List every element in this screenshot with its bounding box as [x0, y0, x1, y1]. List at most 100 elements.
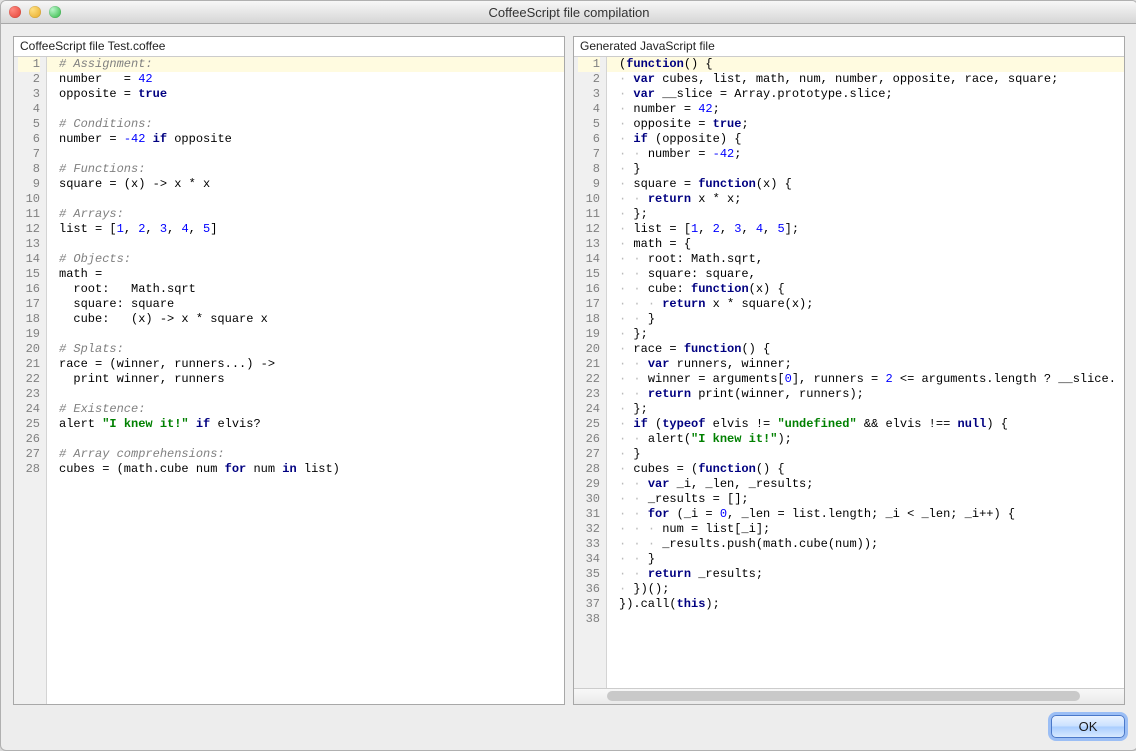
code-line[interactable]: # Functions: [47, 162, 564, 177]
zoom-icon[interactable] [49, 6, 61, 18]
right-pane: Generated JavaScript file 12345678910111… [573, 36, 1125, 705]
scrollbar-thumb[interactable] [607, 691, 1080, 701]
code-line[interactable]: print winner, runners [47, 372, 564, 387]
code-line[interactable]: # Assignment: [47, 57, 564, 72]
code-line[interactable] [607, 612, 1124, 627]
code-line[interactable]: (function() { [607, 57, 1124, 72]
code-line[interactable]: · square = function(x) { [607, 177, 1124, 192]
horizontal-scrollbar[interactable] [574, 688, 1124, 704]
code-line[interactable]: cube: (x) -> x * square x [47, 312, 564, 327]
code-line[interactable]: # Array comprehensions: [47, 447, 564, 462]
close-icon[interactable] [9, 6, 21, 18]
code-line[interactable]: · } [607, 162, 1124, 177]
window-controls [9, 6, 61, 18]
dialog-window: CoffeeScript file compilation CoffeeScri… [0, 0, 1136, 751]
left-code[interactable]: # Assignment:number = 42opposite = true #… [47, 57, 564, 704]
window-title: CoffeeScript file compilation [1, 5, 1136, 20]
gutter-line: 27 [18, 447, 40, 462]
code-line[interactable] [47, 147, 564, 162]
code-line[interactable]: · })(); [607, 582, 1124, 597]
code-line[interactable]: · var __slice = Array.prototype.slice; [607, 87, 1124, 102]
code-line[interactable]: square = (x) -> x * x [47, 177, 564, 192]
left-gutter: 1234567891011121314151617181920212223242… [14, 57, 47, 704]
code-line[interactable]: · · return _results; [607, 567, 1124, 582]
gutter-line: 5 [18, 117, 40, 132]
code-line[interactable]: · · return print(winner, runners); [607, 387, 1124, 402]
code-line[interactable]: · }; [607, 207, 1124, 222]
right-gutter: 1234567891011121314151617181920212223242… [574, 57, 607, 688]
code-line[interactable]: · } [607, 447, 1124, 462]
code-line[interactable] [47, 387, 564, 402]
ok-button[interactable]: OK [1051, 715, 1125, 738]
code-line[interactable]: · cubes = (function() { [607, 462, 1124, 477]
left-editor[interactable]: 1234567891011121314151617181920212223242… [14, 56, 564, 704]
code-line[interactable] [47, 237, 564, 252]
gutter-line: 23 [578, 387, 600, 402]
gutter-line: 24 [18, 402, 40, 417]
code-line[interactable]: }).call(this); [607, 597, 1124, 612]
code-line[interactable]: · · · return x * square(x); [607, 297, 1124, 312]
code-line[interactable]: # Arrays: [47, 207, 564, 222]
code-line[interactable]: · · root: Math.sqrt, [607, 252, 1124, 267]
code-line[interactable]: · · · num = list[_i]; [607, 522, 1124, 537]
code-line[interactable]: square: square [47, 297, 564, 312]
code-line[interactable]: math = [47, 267, 564, 282]
code-line[interactable]: · · } [607, 312, 1124, 327]
code-line[interactable] [47, 432, 564, 447]
code-line[interactable]: · list = [1, 2, 3, 4, 5]; [607, 222, 1124, 237]
code-line[interactable]: · math = { [607, 237, 1124, 252]
code-line[interactable]: · }; [607, 402, 1124, 417]
gutter-line: 1 [578, 57, 600, 72]
code-line[interactable]: opposite = true [47, 87, 564, 102]
code-line[interactable]: # Existence: [47, 402, 564, 417]
code-line[interactable]: number = -42 if opposite [47, 132, 564, 147]
gutter-line: 25 [18, 417, 40, 432]
gutter-line: 16 [578, 282, 600, 297]
gutter-line: 6 [578, 132, 600, 147]
code-line[interactable]: list = [1, 2, 3, 4, 5] [47, 222, 564, 237]
code-line[interactable]: # Splats: [47, 342, 564, 357]
code-line[interactable]: · · winner = arguments[0], runners = 2 <… [607, 372, 1124, 387]
code-line[interactable]: · opposite = true; [607, 117, 1124, 132]
code-line[interactable]: · if (typeof elvis != "undefined" && elv… [607, 417, 1124, 432]
code-line[interactable] [47, 102, 564, 117]
minimize-icon[interactable] [29, 6, 41, 18]
code-line[interactable]: · number = 42; [607, 102, 1124, 117]
code-line[interactable]: · · return x * x; [607, 192, 1124, 207]
code-line[interactable]: cubes = (math.cube num for num in list) [47, 462, 564, 477]
code-line[interactable]: · if (opposite) { [607, 132, 1124, 147]
code-line[interactable]: · · var _i, _len, _results; [607, 477, 1124, 492]
gutter-line: 4 [578, 102, 600, 117]
code-line[interactable]: · · var runners, winner; [607, 357, 1124, 372]
gutter-line: 9 [18, 177, 40, 192]
code-line[interactable]: race = (winner, runners...) -> [47, 357, 564, 372]
gutter-line: 14 [18, 252, 40, 267]
gutter-line: 13 [578, 237, 600, 252]
code-line[interactable] [47, 192, 564, 207]
code-line[interactable]: · · · _results.push(math.cube(num)); [607, 537, 1124, 552]
code-line[interactable]: · · square: square, [607, 267, 1124, 282]
code-line[interactable]: · · for (_i = 0, _len = list.length; _i … [607, 507, 1124, 522]
code-line[interactable]: · · } [607, 552, 1124, 567]
gutter-line: 17 [578, 297, 600, 312]
right-code[interactable]: (function() {· var cubes, list, math, nu… [607, 57, 1124, 688]
gutter-line: 22 [18, 372, 40, 387]
code-line[interactable]: · · _results = []; [607, 492, 1124, 507]
code-line[interactable]: · race = function() { [607, 342, 1124, 357]
code-line[interactable]: · · number = -42; [607, 147, 1124, 162]
code-line[interactable]: · · alert("I knew it!"); [607, 432, 1124, 447]
code-line[interactable]: · · cube: function(x) { [607, 282, 1124, 297]
code-line[interactable] [47, 327, 564, 342]
right-editor[interactable]: 1234567891011121314151617181920212223242… [574, 56, 1124, 688]
code-line[interactable]: · var cubes, list, math, num, number, op… [607, 72, 1124, 87]
code-line[interactable]: alert "I knew it!" if elvis? [47, 417, 564, 432]
gutter-line: 9 [578, 177, 600, 192]
code-line[interactable]: # Conditions: [47, 117, 564, 132]
code-line[interactable]: # Objects: [47, 252, 564, 267]
gutter-line: 19 [18, 327, 40, 342]
code-line[interactable]: root: Math.sqrt [47, 282, 564, 297]
left-pane-header: CoffeeScript file Test.coffee [14, 37, 564, 56]
gutter-line: 10 [18, 192, 40, 207]
code-line[interactable]: · }; [607, 327, 1124, 342]
code-line[interactable]: number = 42 [47, 72, 564, 87]
